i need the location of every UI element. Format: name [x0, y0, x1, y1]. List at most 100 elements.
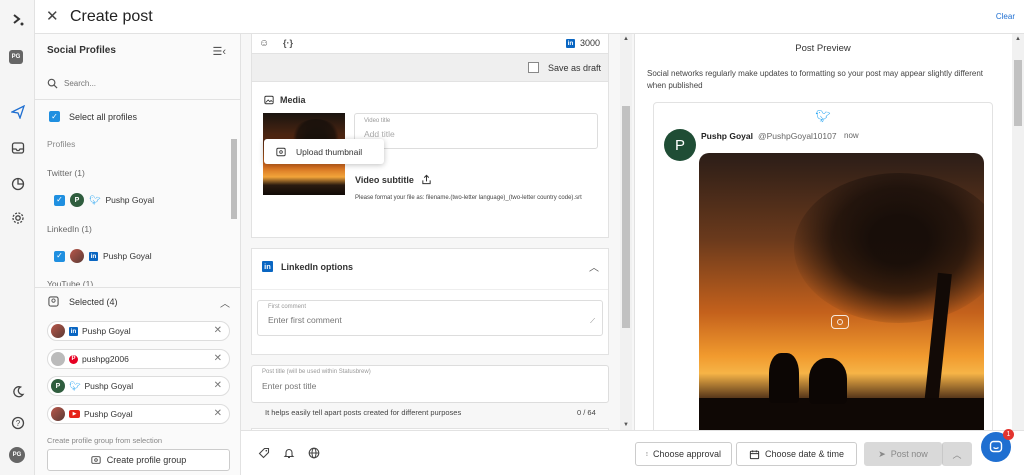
- bottom-toolbar: ⁝ Choose approval Choose date & time ➤ P…: [241, 430, 1024, 475]
- choose-date-label: Choose date & time: [764, 449, 845, 459]
- selected-count-label: Selected (4): [69, 297, 118, 307]
- group-label-twitter: Twitter (1): [47, 168, 85, 178]
- select-all-checkbox[interactable]: ✓ Select all profiles: [49, 111, 137, 122]
- first-comment-field[interactable]: First comment Enter first comment ⟋: [257, 300, 603, 336]
- collapse-panel-icon[interactable]: ☰‹: [212, 45, 226, 58]
- preview-name: Pushp Goyal: [701, 131, 753, 141]
- remove-chip-icon[interactable]: ✕: [214, 380, 222, 391]
- scroll-up-arrow-icon[interactable]: ▲: [1015, 36, 1021, 42]
- media-label: Media: [280, 95, 306, 105]
- preview-note: Social networks regularly make updates t…: [647, 69, 984, 91]
- chip-name: Pushp Goyal: [82, 326, 131, 336]
- help-question-icon[interactable]: ?: [9, 414, 26, 431]
- bell-icon[interactable]: [283, 447, 295, 459]
- avatar: P: [70, 193, 84, 207]
- profile-search: [47, 74, 227, 92]
- scroll-down-arrow-icon[interactable]: ▼: [623, 422, 629, 428]
- linkedin-options-header[interactable]: in LinkedIn options: [262, 261, 353, 272]
- upload-thumbnail-label: Upload thumbnail: [296, 146, 363, 157]
- draft-bar: Save as draft: [251, 54, 609, 82]
- chevron-up-icon[interactable]: ︿: [589, 259, 599, 274]
- resize-handle-icon[interactable]: ⟋: [590, 318, 595, 326]
- remove-chip-icon[interactable]: ✕: [214, 353, 222, 364]
- profile-row-linkedin[interactable]: ✓ in Pushp Goyal: [54, 249, 152, 263]
- preview-scrollbar[interactable]: ▲ ▼: [1012, 34, 1024, 440]
- post-now-button[interactable]: ➤ Post now: [864, 442, 942, 466]
- upload-thumbnail-menu-item[interactable]: Upload thumbnail: [264, 139, 384, 164]
- user-avatar[interactable]: PG: [9, 447, 25, 463]
- send-icon: ➤: [878, 448, 886, 459]
- video-play-icon[interactable]: [831, 315, 849, 329]
- scrollbar-thumb[interactable]: [622, 106, 630, 328]
- nav-rail: PG ? PG: [0, 0, 35, 475]
- linkedin-icon: in: [69, 326, 78, 336]
- post-options-dropdown[interactable]: ︿: [942, 442, 972, 466]
- media-header: Media: [264, 95, 306, 105]
- profile-row-twitter[interactable]: ✓ P 🐦︎ Pushp Goyal: [54, 193, 154, 207]
- selected-section-header[interactable]: Selected (4) ︿: [35, 287, 240, 313]
- select-all-label: Select all profiles: [69, 111, 138, 122]
- image-icon: [276, 147, 286, 156]
- save-draft-label: Save as draft: [548, 63, 602, 73]
- preview-header: Post Preview: [795, 43, 851, 54]
- support-chat-button[interactable]: 1: [981, 429, 1014, 462]
- first-comment-label: First comment: [268, 304, 307, 310]
- editor-scrollbar[interactable]: ▲ ▼: [620, 34, 632, 430]
- search-icon: [47, 78, 58, 89]
- chip-name: Pushp Goyal: [84, 409, 133, 419]
- upload-icon[interactable]: [421, 174, 432, 185]
- profiles-section-label: Profiles: [47, 139, 76, 149]
- divider: [252, 289, 608, 290]
- globe-icon[interactable]: [308, 447, 320, 459]
- create-profile-group-label: Create profile group: [106, 455, 187, 465]
- preview-handle: @PushpGoyal10107: [758, 131, 837, 141]
- choose-approval-button[interactable]: ⁝ Choose approval: [635, 442, 732, 466]
- create-profile-group-button[interactable]: Create profile group: [47, 449, 230, 471]
- reports-icon[interactable]: [9, 175, 26, 192]
- search-input[interactable]: [64, 78, 204, 88]
- profiles-scrollbar[interactable]: [231, 131, 237, 281]
- variables-icon[interactable]: {·}: [283, 38, 293, 48]
- selected-chip: P 🐦︎ Pushp Goyal ✕: [47, 376, 230, 396]
- statusbrew-logo-icon[interactable]: [9, 11, 26, 28]
- chip-name: Pushp Goyal: [84, 381, 134, 391]
- chip-name: pushpg2006: [82, 354, 129, 364]
- media-card: Media Upload thumbnail Video title Add t…: [251, 82, 609, 238]
- video-subtitle-label: Video subtitle: [355, 174, 414, 185]
- char-count-value: 3000: [579, 38, 600, 48]
- close-icon[interactable]: ✕: [46, 9, 59, 24]
- remove-chip-icon[interactable]: ✕: [214, 325, 222, 336]
- checkbox-checked-icon: ✓: [54, 250, 65, 262]
- save-draft-checkbox[interactable]: [528, 62, 539, 73]
- scrollbar-thumb[interactable]: [231, 139, 237, 219]
- chevron-up-icon: ︿: [952, 449, 962, 460]
- selected-profiles-icon: [48, 296, 59, 307]
- twitter-icon: 🐦︎: [815, 109, 831, 123]
- settings-gear-icon[interactable]: [9, 209, 26, 226]
- post-title-placeholder: Enter post title: [262, 381, 317, 391]
- scrollbar-thumb[interactable]: [1014, 60, 1022, 126]
- top-bar: ✕ Create post Clear: [35, 0, 1024, 34]
- image-icon: [264, 95, 274, 105]
- page-title: Create post: [70, 8, 153, 25]
- inbox-icon[interactable]: [9, 139, 26, 156]
- publish-icon[interactable]: [9, 103, 26, 120]
- workspace-avatar[interactable]: PG: [9, 50, 23, 64]
- dark-mode-moon-icon[interactable]: [9, 383, 26, 400]
- clear-button[interactable]: Clear: [996, 12, 1015, 21]
- remove-chip-icon[interactable]: ✕: [214, 408, 222, 419]
- video-title-field[interactable]: Video title Add title: [354, 113, 598, 149]
- post-title-field[interactable]: Post title (will be used within Statusbr…: [251, 365, 609, 403]
- divider: [35, 99, 240, 100]
- profiles-header: Social Profiles: [47, 45, 116, 56]
- selected-chip: in Pushp Goyal ✕: [47, 321, 230, 341]
- choose-date-time-button[interactable]: Choose date & time: [736, 442, 857, 466]
- scroll-up-arrow-icon[interactable]: ▲: [623, 36, 629, 42]
- video-title-label: Video title: [364, 118, 391, 124]
- tag-icon[interactable]: [258, 447, 270, 459]
- video-subtitle-row: Video subtitle: [355, 174, 432, 185]
- avatar: [70, 249, 84, 263]
- profile-name: Pushp Goyal: [105, 195, 155, 205]
- emoji-icon[interactable]: ☺: [259, 38, 269, 49]
- chevron-up-icon[interactable]: ︿: [220, 295, 230, 310]
